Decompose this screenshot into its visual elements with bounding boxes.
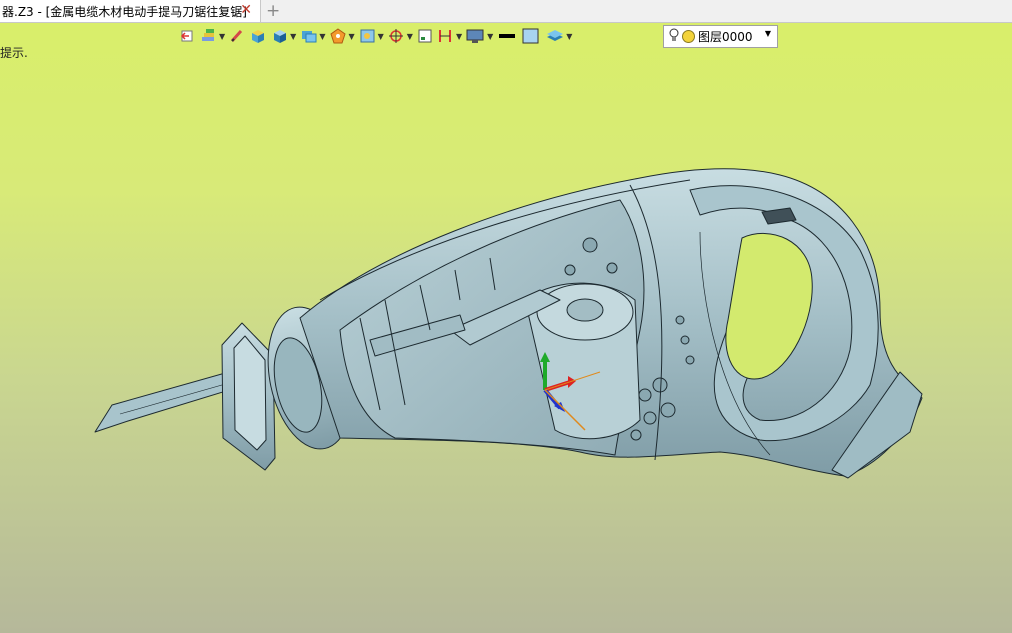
screen-icon[interactable]: ▼ (466, 26, 493, 46)
reciprocating-saw-model[interactable] (0, 0, 1012, 633)
add-tab-icon[interactable]: + (266, 1, 280, 21)
layers-stack-icon[interactable]: ▼ (200, 26, 225, 46)
view-toolbar: ▼ ▼ ▼ ▼ ▼ ▼ ▼ ▼ ▼ (180, 25, 576, 47)
layer-stack-icon[interactable]: ▼ (545, 26, 572, 46)
close-tab-icon[interactable]: ✕ (240, 2, 252, 18)
layer-name: 图层0000 (698, 30, 753, 44)
snap-target-icon[interactable]: ▼ (388, 26, 413, 46)
layer-color-icon (682, 30, 695, 43)
line-color-swatch[interactable] (497, 26, 517, 46)
document-tab-bar: 器.Z3 - [金属电缆木材电动手提马刀锯往复锯] ✕ + (0, 0, 1012, 23)
frame-icon[interactable]: ▼ (359, 26, 384, 46)
pen-icon[interactable] (229, 26, 245, 46)
select-box-icon[interactable] (417, 26, 433, 46)
dimension-icon[interactable]: ▼ (437, 26, 462, 46)
document-tab[interactable]: 器.Z3 - [金属电缆木材电动手提马刀锯往复锯] ✕ (0, 0, 261, 22)
chevron-down-icon[interactable]: ▼ (765, 29, 771, 38)
render-icon[interactable]: ▼ (329, 26, 355, 46)
lightbulb-icon[interactable] (669, 28, 679, 45)
display-mode-icon[interactable]: ▼ (300, 26, 325, 46)
view-cube-icon[interactable]: ▼ (271, 26, 296, 46)
exit-icon[interactable] (180, 26, 196, 46)
prompt-hint-text: 提示. (0, 46, 28, 60)
fill-color-swatch[interactable] (521, 26, 541, 46)
layer-select[interactable]: 图层0000 ▼ (663, 25, 778, 48)
shaded-cube-icon[interactable] (249, 26, 267, 46)
document-tab-title: 器.Z3 - [金属电缆木材电动手提马刀锯往复锯] (2, 4, 247, 19)
3d-viewport[interactable]: 器.Z3 - [金属电缆木材电动手提马刀锯往复锯] ✕ + 提示. ▼ ▼ ▼ (0, 0, 1012, 633)
